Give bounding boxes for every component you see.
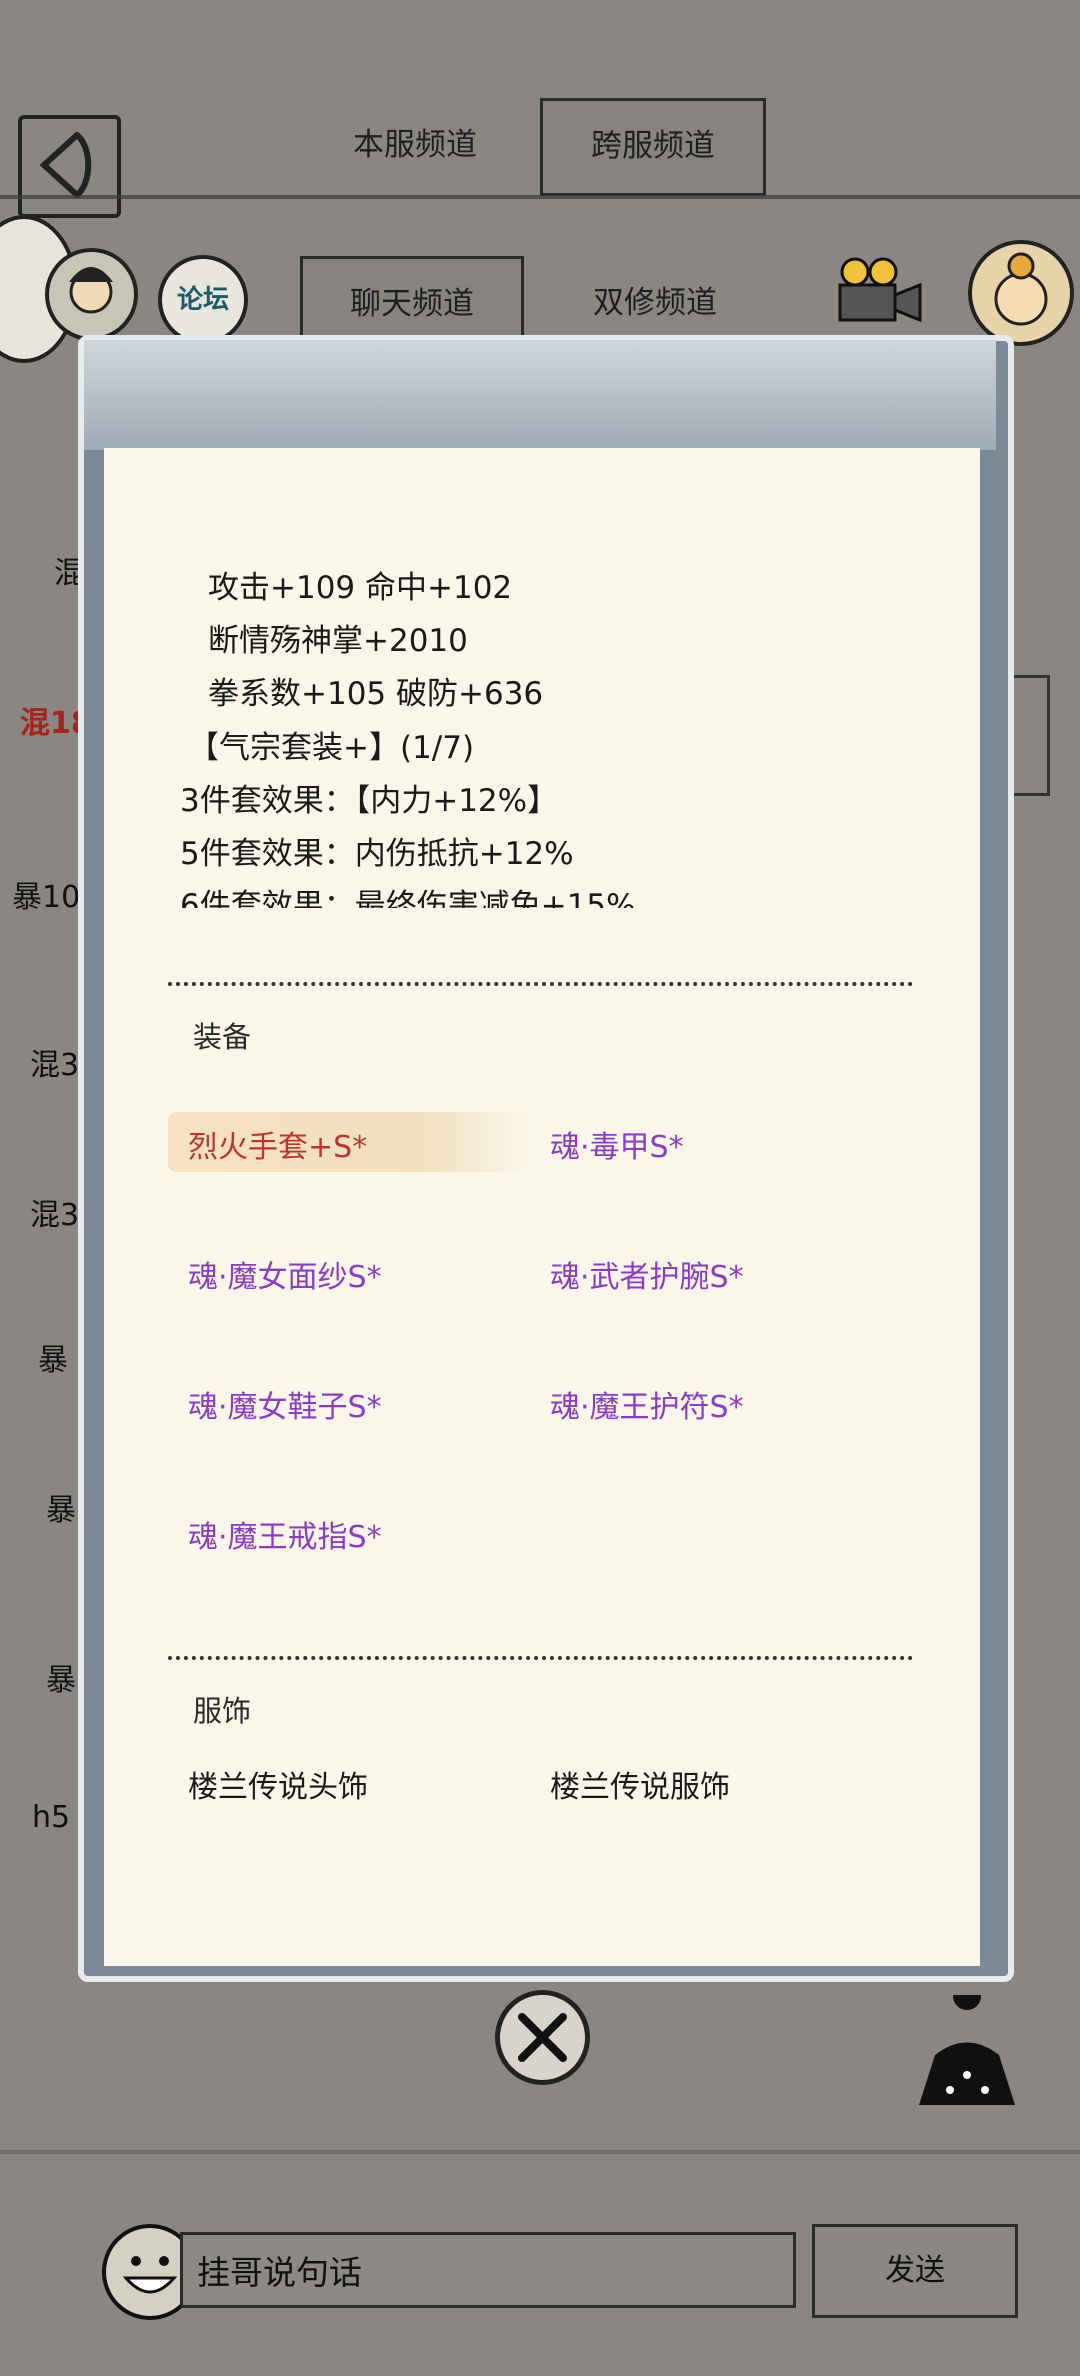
close-icon (518, 2013, 567, 2062)
npc-avatar[interactable] (968, 240, 1074, 346)
equipment-section-title: 装备 (193, 1020, 252, 1054)
player-avatar[interactable] (45, 248, 138, 341)
costume-item[interactable]: 楼兰传说服饰 (550, 1762, 730, 1806)
section-divider (168, 1656, 913, 1660)
modal-header-decoration (84, 340, 996, 450)
video-camera-icon[interactable] (825, 250, 930, 330)
equipment-item[interactable]: 魂·毒甲S* (550, 1122, 684, 1166)
girl-face-icon (994, 252, 1048, 326)
equipment-item[interactable]: 魂·武者护腕S* (550, 1252, 744, 1296)
set-title: 【气宗套装+】(1/7) (188, 730, 475, 766)
side-message: 暴 (38, 1343, 68, 1378)
costume-section-title: 服饰 (193, 1694, 252, 1728)
chat-input-box[interactable] (180, 2232, 796, 2308)
costume-item[interactable]: 楼兰传说头饰 (188, 1762, 368, 1806)
chat-input[interactable] (183, 2235, 793, 2305)
side-message: h5 (32, 1800, 71, 1835)
side-message: 混3 (30, 1198, 80, 1233)
forum-label: 论坛 (176, 285, 229, 315)
stat-line: 拳系数+105 破防+636 (208, 676, 544, 712)
equipment-item[interactable]: 魂·魔王戒指S* (188, 1512, 382, 1556)
set-effect: 5件套效果：内伤抵抗+12% (180, 836, 574, 872)
close-modal-button[interactable] (495, 1990, 590, 2085)
back-button[interactable] (18, 115, 121, 218)
set-effect: 3件套效果：【内力+12%】 (180, 783, 559, 819)
equipment-item[interactable]: 魂·魔王护符S* (550, 1382, 744, 1426)
tab-cross-server[interactable]: 跨服频道 (540, 98, 766, 196)
side-message: 暴 (46, 1493, 76, 1528)
equipment-item[interactable]: 魂·魔女鞋子S* (188, 1382, 382, 1426)
avatar-face-icon (69, 267, 113, 314)
stat-line: 断情殇神掌+2010 (208, 623, 468, 659)
equipment-item[interactable]: 烈火手套+S* (188, 1122, 367, 1166)
section-divider (168, 982, 913, 986)
header-divider (0, 195, 1080, 199)
meditation-icon[interactable] (905, 1982, 1030, 2120)
tab-local-server[interactable]: 本服频道 (325, 100, 505, 190)
side-message: 混3 (30, 1048, 80, 1083)
side-message: 暴 (46, 1663, 76, 1698)
back-arrow-icon (39, 132, 92, 198)
stat-line: 攻击+109 命中+102 (208, 570, 513, 606)
set-effect: 6件套效果：最终伤害减免+15% (180, 888, 636, 908)
forum-button[interactable]: 论坛 (158, 255, 248, 345)
chat-divider (0, 2150, 1080, 2154)
send-button[interactable]: 发送 (812, 2224, 1018, 2318)
side-message: 暴10 (12, 880, 81, 915)
equipment-item[interactable]: 魂·魔女面纱S* (188, 1252, 382, 1296)
